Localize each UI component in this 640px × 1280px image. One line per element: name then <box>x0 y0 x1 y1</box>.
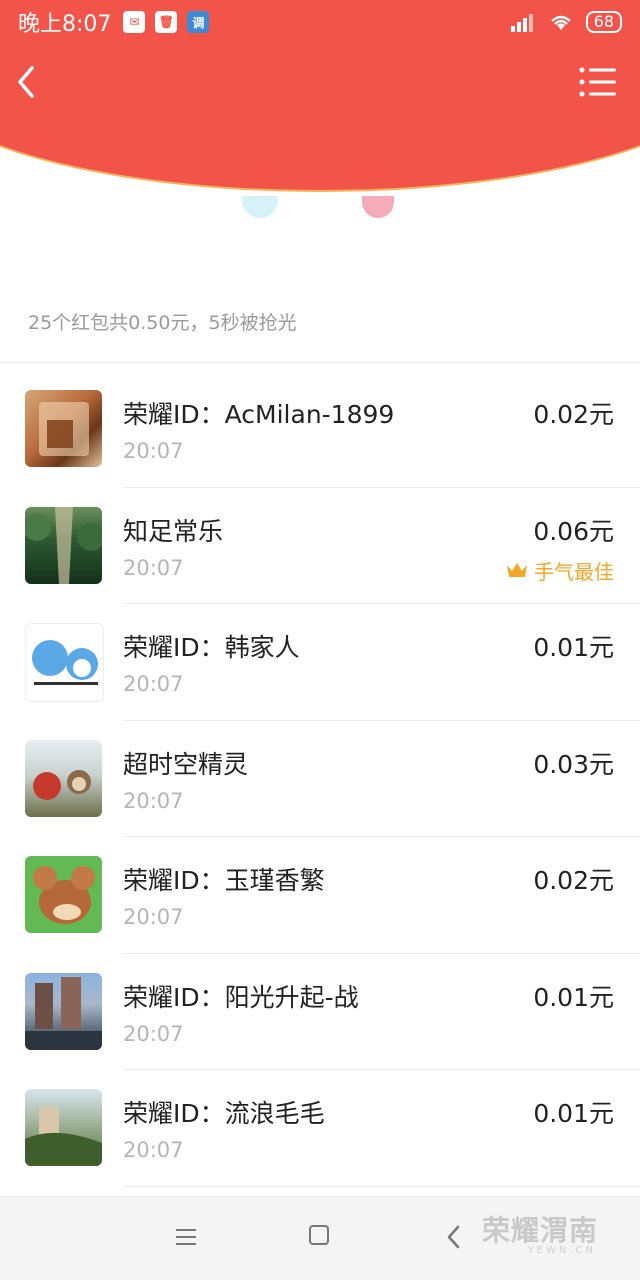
grab-time: 20:07 <box>123 788 184 813</box>
user-name: 荣耀ID：流浪毛毛 <box>123 1099 325 1128</box>
battery-indicator: 68 <box>585 11 622 33</box>
avatar[interactable] <box>25 623 104 702</box>
grab-amount: 0.02元 <box>533 866 614 895</box>
avatar[interactable] <box>25 390 102 467</box>
grab-time: 20:07 <box>123 1138 184 1162</box>
status-time: 晚上8:07 <box>18 12 112 37</box>
grab-amount: 0.01元 <box>533 982 614 1012</box>
user-name: 荣耀ID：玉瑾香繁 <box>123 866 325 895</box>
list-item[interactable]: 知足常乐 20:07 0.06元 手气最佳 <box>0 488 640 604</box>
grab-amount: 0.01元 <box>533 633 614 662</box>
packet-summary-text: 25个红包共0.50元，5秒被抢光 <box>28 312 297 334</box>
decorative-shape-blue <box>242 196 278 218</box>
wifi-icon <box>550 15 571 30</box>
user-name: 荣耀ID：阳光升起-战 <box>123 982 359 1012</box>
list-menu-icon[interactable] <box>578 66 618 98</box>
list-item[interactable]: 荣耀ID：韩家人 20:07 0.01元 <box>0 604 640 721</box>
list-item[interactable]: 荣耀ID：AcMilan-1899 20:07 0.02元 <box>0 371 640 488</box>
user-name: 知足常乐 <box>123 516 224 546</box>
home-icon[interactable] <box>309 1225 329 1245</box>
user-name: 荣耀ID：AcMilan-1899 <box>123 400 395 429</box>
grab-amount: 0.01元 <box>533 1099 614 1128</box>
summary-divider <box>0 362 640 363</box>
recent-apps-icon[interactable] <box>174 1225 200 1249</box>
watermark-domain: YEWN.CN <box>527 1245 596 1256</box>
user-name: 荣耀ID：韩家人 <box>123 633 300 662</box>
message-notification-icon: ✉ <box>123 11 146 33</box>
back-chevron-icon[interactable] <box>12 62 42 102</box>
top-navigation-bar <box>0 54 640 110</box>
grab-time: 20:07 <box>123 672 184 696</box>
avatar[interactable] <box>25 972 102 1050</box>
back-nav-icon[interactable] <box>444 1223 464 1251</box>
signal-icon <box>510 14 533 32</box>
grab-amount: 0.02元 <box>533 400 614 429</box>
crown-icon <box>507 563 527 577</box>
status-bar: 晚上8:07 ✉ 🗑 调 68 <box>0 0 640 44</box>
avatar[interactable] <box>25 506 102 584</box>
list-item[interactable]: 超时空精灵 20:07 0.03元 <box>0 721 640 837</box>
trash-notification-icon: 🗑 <box>155 11 178 33</box>
app-notification-icon: 调 <box>187 11 210 33</box>
row-divider <box>123 1185 640 1187</box>
watermark-logo: 荣耀渭南 <box>481 1214 598 1247</box>
red-packet-detail-screen: 晚上8:07 ✉ 🗑 调 68 25个红包共0.50元，5秒被抢光 荣耀ID：A… <box>0 0 640 1280</box>
best-luck-label: 手气最佳 <box>534 559 614 584</box>
user-name: 超时空精灵 <box>123 749 249 779</box>
grab-time: 20:07 <box>123 439 184 463</box>
best-luck-badge: 手气最佳 <box>506 556 614 585</box>
decorative-shape-pink <box>362 196 394 218</box>
grab-time: 20:07 <box>123 905 184 929</box>
grab-amount: 0.03元 <box>533 749 614 779</box>
grab-amount: 0.06元 <box>533 516 614 546</box>
system-navigation-bar: 荣耀渭南 YEWN.CN <box>0 1196 640 1280</box>
grab-record-list: 荣耀ID：AcMilan-1899 20:07 0.02元 知足常乐 20:07… <box>0 371 640 1187</box>
list-item[interactable]: 荣耀ID：流浪毛毛 20:07 0.01元 <box>0 1070 640 1187</box>
status-notification-icons: ✉ 🗑 调 <box>123 11 210 33</box>
grab-time: 20:07 <box>123 1021 184 1046</box>
avatar[interactable] <box>25 856 102 933</box>
list-item[interactable]: 荣耀ID：阳光升起-战 20:07 0.01元 <box>0 954 640 1070</box>
status-system-icons: 68 <box>510 11 622 33</box>
grab-time: 20:07 <box>123 555 184 580</box>
avatar[interactable] <box>25 1089 102 1166</box>
avatar[interactable] <box>25 739 102 817</box>
list-item[interactable]: 荣耀ID：玉瑾香繁 20:07 0.02元 <box>0 837 640 954</box>
